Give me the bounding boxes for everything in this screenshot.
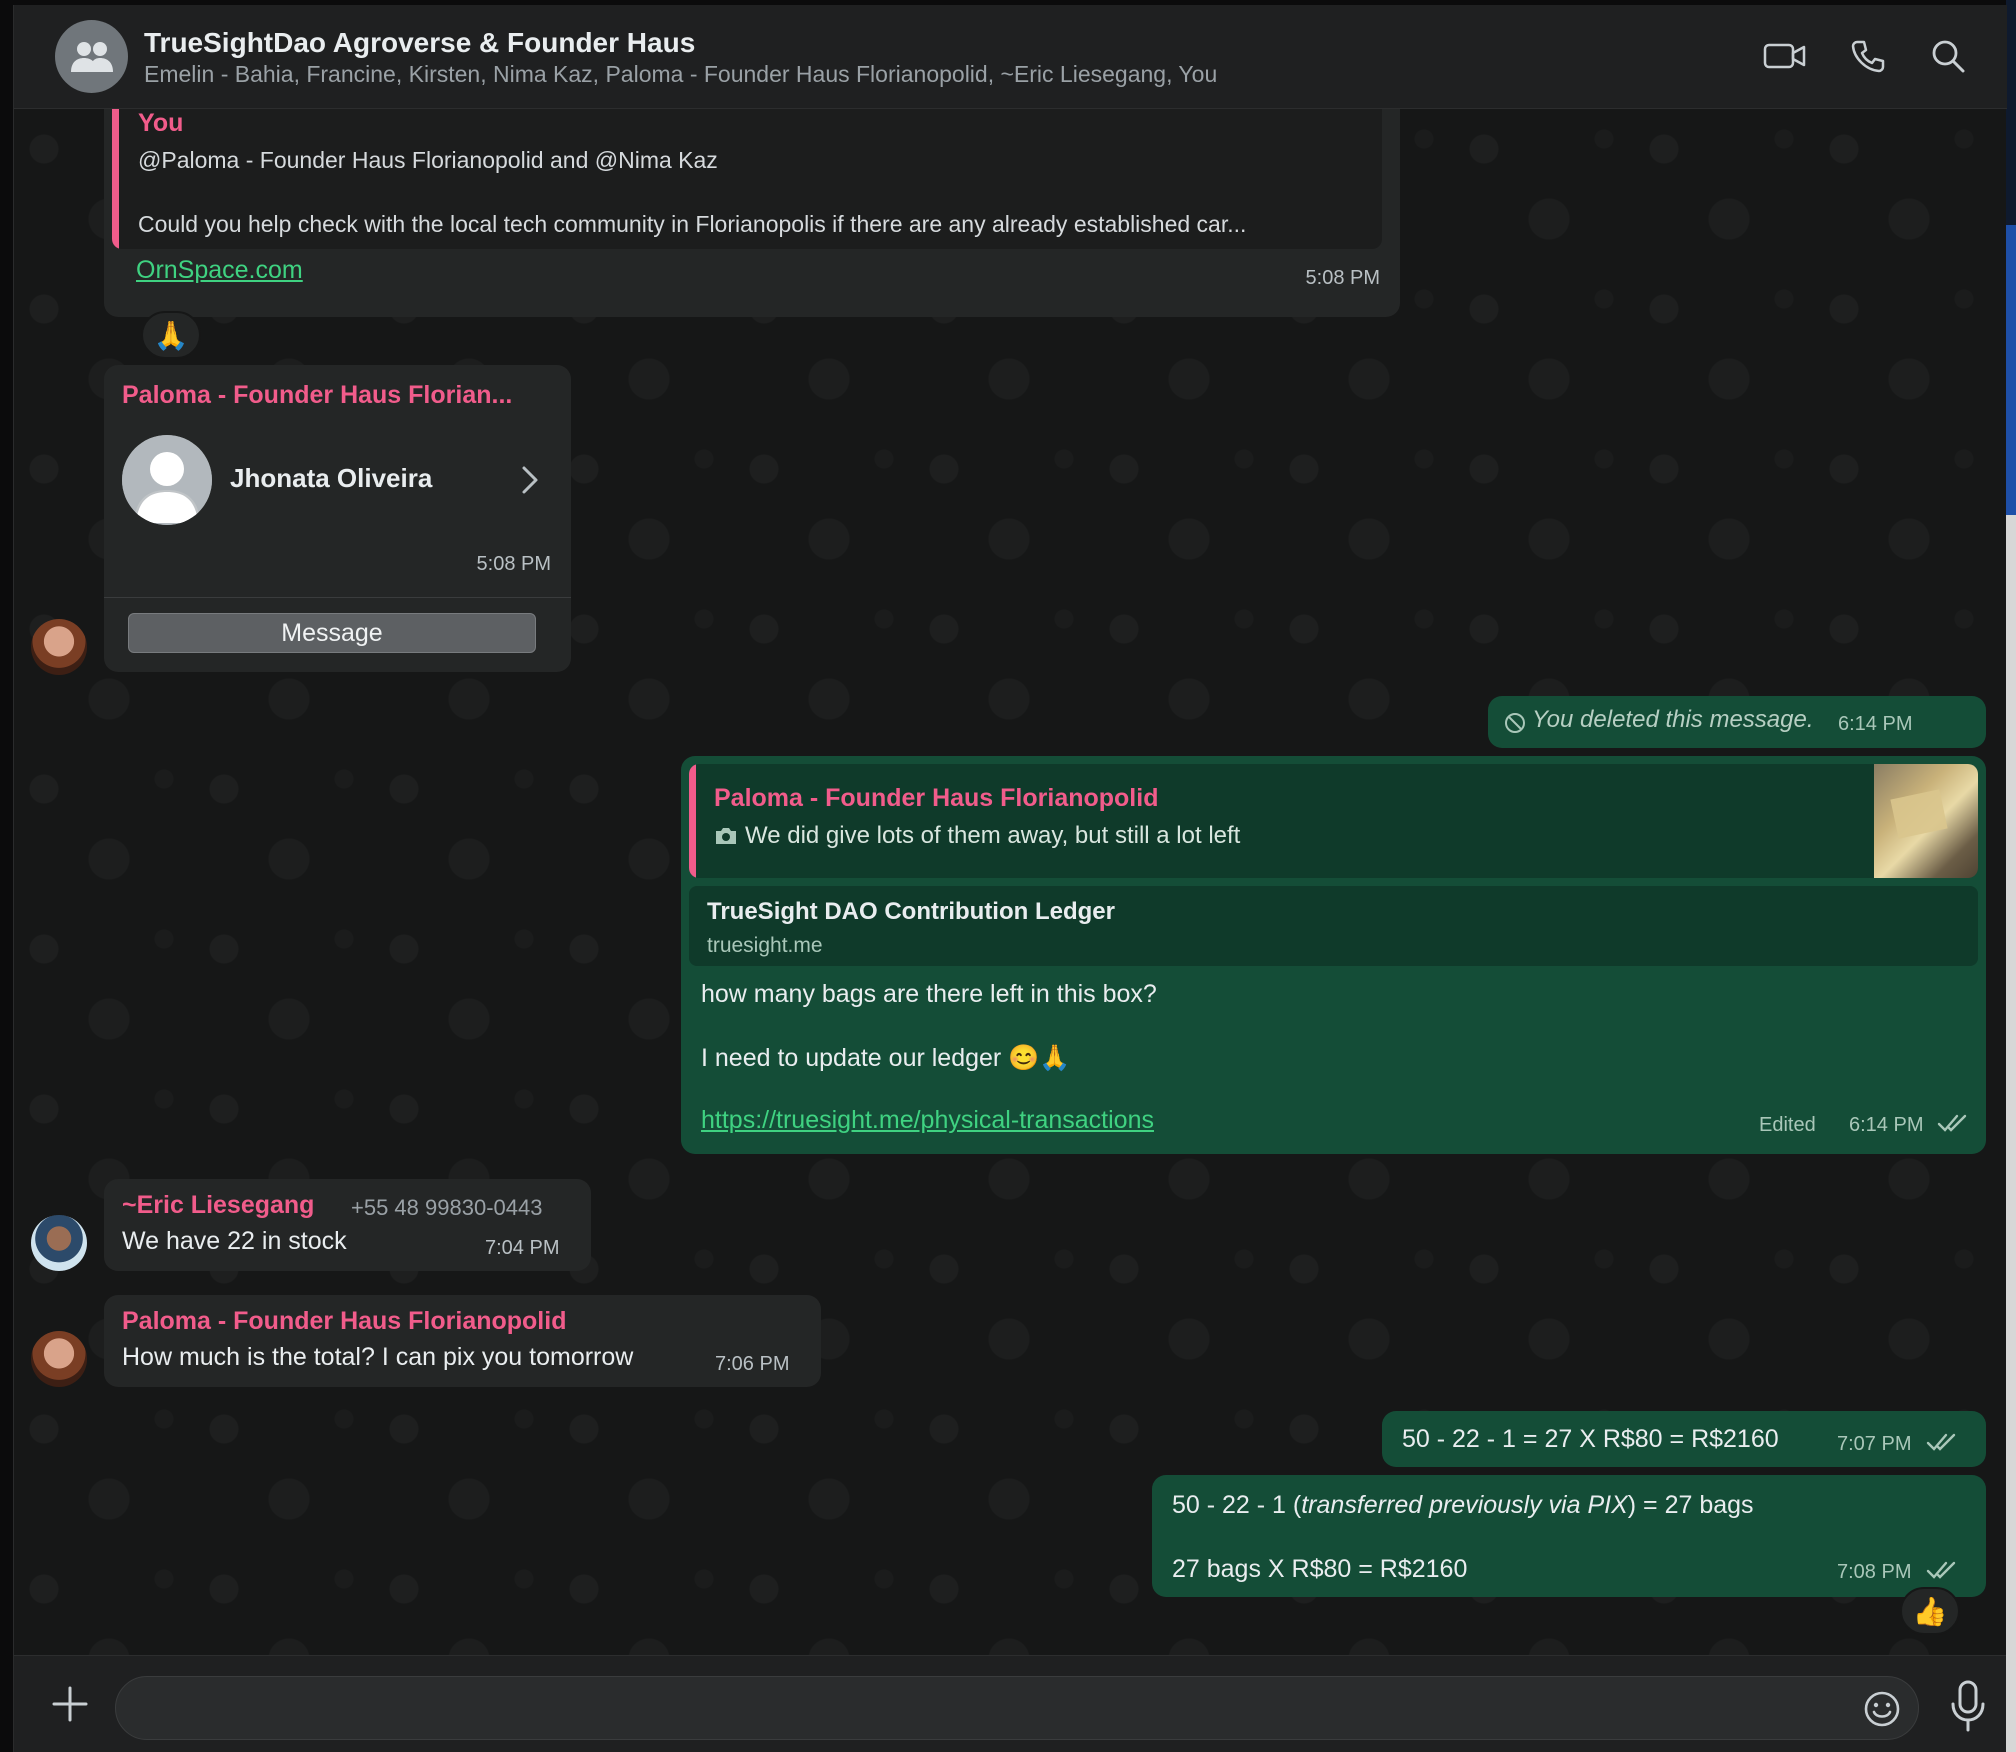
message-time: 7:04 PM xyxy=(485,1237,560,1259)
message-time: 7:07 PM xyxy=(1837,1433,1912,1455)
message-text: 27 bags X R$80 = R$2160 xyxy=(1172,1555,1468,1583)
message-text: We have 22 in stock xyxy=(122,1227,347,1255)
avatar[interactable] xyxy=(31,1331,87,1387)
camera-icon xyxy=(714,826,738,851)
video-call-icon[interactable] xyxy=(1762,33,1808,79)
voice-call-icon[interactable] xyxy=(1845,33,1891,79)
message-text: How much is the total? I can pix you tom… xyxy=(122,1343,634,1371)
plus-icon[interactable] xyxy=(48,1682,92,1726)
message-time: 6:14 PM xyxy=(1849,1114,1924,1136)
chevron-right-icon[interactable] xyxy=(520,465,540,500)
message-bubble[interactable]: Paloma - Founder Haus Florianopolid We d… xyxy=(681,756,1986,1154)
contact-name[interactable]: Jhonata Oliveira xyxy=(230,463,432,494)
chat-window: TrueSightDao Agroverse & Founder Haus Em… xyxy=(13,5,2007,1752)
blocked-icon xyxy=(1504,712,1526,739)
microphone-icon[interactable] xyxy=(1946,1676,1990,1736)
quote-text: We did give lots of them away, but still… xyxy=(745,822,1241,849)
double-check-icon xyxy=(1926,1431,1958,1458)
link-preview[interactable]: TrueSight DAO Contribution Ledger truesi… xyxy=(689,886,1978,966)
message-list[interactable]: You @Paloma - Founder Haus Florianopolid… xyxy=(14,109,2007,1655)
chat-members[interactable]: Emelin - Bahia, Francine, Kirsten, Nima … xyxy=(144,61,1217,88)
double-check-icon xyxy=(1926,1559,1958,1586)
message-bubble[interactable]: Paloma - Founder Haus Florianopolid How … xyxy=(104,1295,821,1387)
contact-avatar-icon xyxy=(122,435,212,525)
physical-transactions-link[interactable]: https://truesight.me/physical-transactio… xyxy=(701,1106,1154,1135)
sender-name[interactable]: Paloma - Founder Haus Florianopolid xyxy=(122,1307,566,1336)
message-time: 7:08 PM xyxy=(1837,1561,1912,1583)
chat-header: TrueSightDao Agroverse & Founder Haus Em… xyxy=(14,5,2007,109)
message-contact-button[interactable]: Message xyxy=(128,613,536,653)
avatar[interactable] xyxy=(31,1215,87,1271)
message-time: 5:08 PM xyxy=(1305,267,1380,289)
link-preview-title: TrueSight DAO Contribution Ledger xyxy=(707,898,1115,925)
message-bubble[interactable]: 50 - 22 - 1 = 27 X R$80 = R$2160 7:07 PM xyxy=(1382,1411,1986,1467)
reaction-thumbs-up-icon[interactable]: 👍 xyxy=(1900,1587,1960,1635)
deleted-text: You deleted this message. xyxy=(1532,706,1814,733)
ornspace-link[interactable]: OrnSpace.com xyxy=(136,256,303,285)
quote-mentions: @Paloma - Founder Haus Florianopolid and… xyxy=(138,147,718,173)
quoted-message[interactable]: You @Paloma - Founder Haus Florianopolid… xyxy=(112,109,1382,249)
avatar[interactable] xyxy=(31,619,87,675)
message-text: I need to update our ledger 😊🙏 xyxy=(701,1044,1071,1072)
chat-title[interactable]: TrueSightDao Agroverse & Founder Haus xyxy=(144,27,695,59)
message-time: 6:14 PM xyxy=(1838,713,1913,735)
edited-label: Edited xyxy=(1759,1114,1816,1136)
sender-phone: +55 48 99830-0443 xyxy=(351,1195,543,1220)
search-icon[interactable] xyxy=(1925,33,1971,79)
composer-bar xyxy=(14,1655,2007,1752)
link-preview-domain: truesight.me xyxy=(707,934,823,957)
quote-author: Paloma - Founder Haus Florianopolid xyxy=(714,784,1159,812)
box-photo-thumbnail[interactable] xyxy=(1874,764,1978,878)
message-time: 5:08 PM xyxy=(476,553,551,575)
message-bubble[interactable]: 50 - 22 - 1 (transferred previously via … xyxy=(1152,1475,1986,1597)
group-avatar-icon[interactable] xyxy=(55,20,128,93)
message-text: 50 - 22 - 1 = 27 X R$80 = R$2160 xyxy=(1402,1425,1779,1453)
message-bubble[interactable]: ~Eric Liesegang +55 48 99830-0443 We hav… xyxy=(104,1179,591,1271)
sender-name[interactable]: ~Eric Liesegang xyxy=(122,1191,314,1220)
message-text: 50 - 22 - 1 (transferred previously via … xyxy=(1172,1491,1754,1519)
quoted-message[interactable]: Paloma - Founder Haus Florianopolid We d… xyxy=(689,764,1978,878)
message-time: 7:06 PM xyxy=(715,1353,790,1375)
quote-author: You xyxy=(138,109,184,137)
emoji-icon[interactable] xyxy=(1863,1690,1901,1733)
message-input[interactable] xyxy=(142,1677,1846,1741)
reaction-pray-icon[interactable]: 🙏 xyxy=(141,311,201,359)
message-input-box[interactable] xyxy=(115,1676,1919,1741)
message-bubble[interactable]: You @Paloma - Founder Haus Florianopolid… xyxy=(104,109,1400,317)
quote-text: Could you help check with the local tech… xyxy=(138,211,1247,237)
deleted-message-bubble[interactable]: You deleted this message. 6:14 PM xyxy=(1488,696,1986,748)
message-text: how many bags are there left in this box… xyxy=(701,980,1157,1008)
sender-name[interactable]: Paloma - Founder Haus Florian... xyxy=(122,381,512,410)
double-check-icon xyxy=(1937,1112,1969,1139)
desktop-background-edge xyxy=(2006,0,2016,1752)
contact-card-bubble[interactable]: Paloma - Founder Haus Florian... Jhonata… xyxy=(104,365,571,672)
